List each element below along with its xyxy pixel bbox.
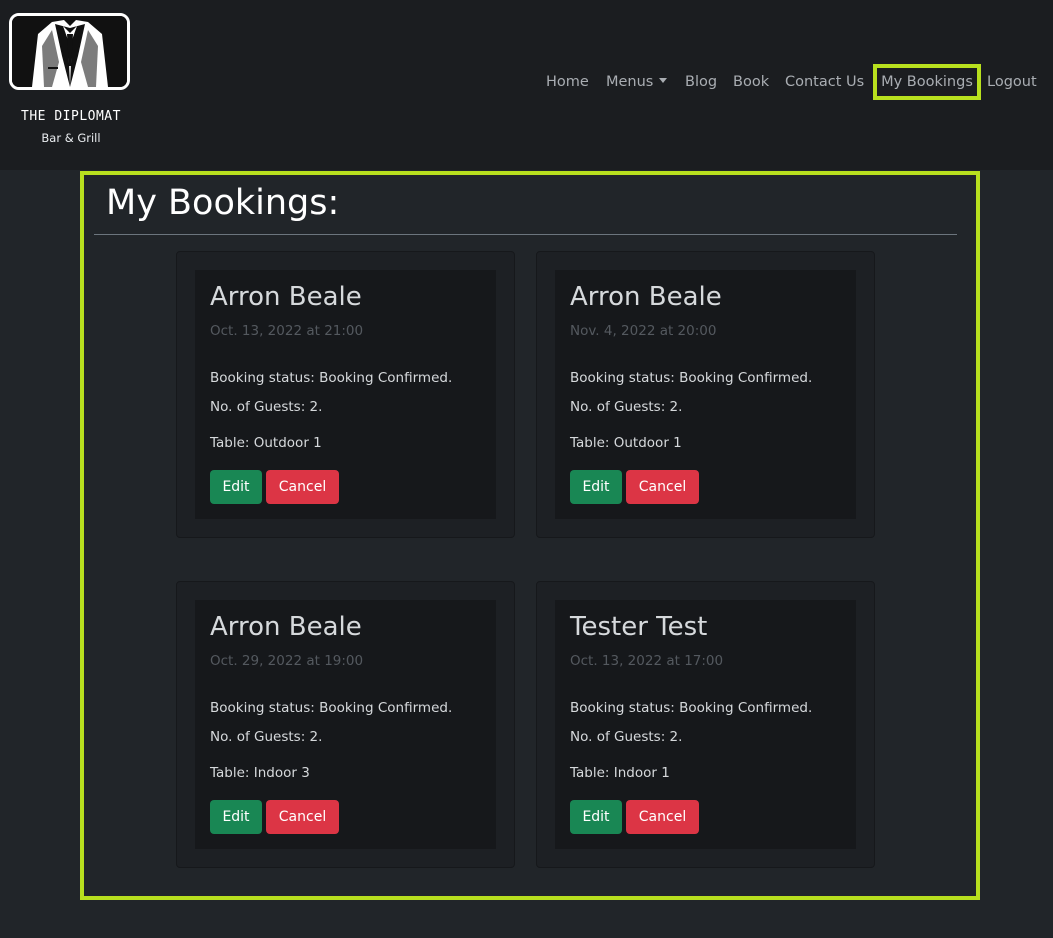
booking-guests: No. of Guests: 2.: [210, 399, 323, 415]
cancel-button[interactable]: Cancel: [266, 800, 339, 834]
booking-table: Table: Indoor 1: [570, 765, 670, 781]
booking-date: Oct. 29, 2022 at 19:00: [210, 653, 364, 669]
booking-status: Booking status: Booking Confirmed.: [210, 370, 453, 386]
booking-name: Arron Beale: [570, 282, 722, 312]
brand-logo[interactable]: THE DIPLOMAT Bar & Grill: [0, 0, 142, 170]
booking-date: Oct. 13, 2022 at 21:00: [210, 323, 364, 339]
brand-title: THE DIPLOMAT: [21, 109, 121, 124]
edit-button[interactable]: Edit: [570, 470, 622, 504]
booking-status: Booking status: Booking Confirmed.: [570, 700, 813, 716]
nav-menus-dropdown[interactable]: Menus: [606, 64, 668, 100]
booking-guests: No. of Guests: 2.: [570, 399, 683, 415]
booking-card: Arron Beale Oct. 29, 2022 at 19:00 Booki…: [176, 581, 515, 868]
booking-guests: No. of Guests: 2.: [570, 729, 683, 745]
cancel-button[interactable]: Cancel: [626, 800, 699, 834]
bookings-section: My Bookings: Arron Beale Oct. 13, 2022 a…: [80, 171, 980, 900]
edit-button[interactable]: Edit: [210, 470, 262, 504]
nav-menus-label: Menus: [606, 74, 654, 90]
page-title: My Bookings:: [106, 183, 340, 223]
navbar: THE DIPLOMAT Bar & Grill Home Menus Blog…: [0, 0, 1053, 170]
nav-logout[interactable]: Logout: [987, 64, 1037, 100]
booking-date: Nov. 4, 2022 at 20:00: [570, 323, 717, 339]
edit-button[interactable]: Edit: [570, 800, 622, 834]
booking-table: Table: Outdoor 1: [570, 435, 682, 451]
booking-card: Arron Beale Oct. 13, 2022 at 21:00 Booki…: [176, 251, 515, 538]
suit-logo-icon: [9, 13, 130, 90]
booking-card-body: Tester Test Oct. 13, 2022 at 17:00 Booki…: [555, 600, 856, 849]
caret-down-icon: [659, 78, 668, 83]
booking-card-body: Arron Beale Nov. 4, 2022 at 20:00 Bookin…: [555, 270, 856, 519]
nav-home[interactable]: Home: [546, 64, 589, 100]
booking-name: Tester Test: [570, 612, 708, 642]
brand-subtitle: Bar & Grill: [41, 131, 101, 145]
nav-book[interactable]: Book: [733, 64, 769, 100]
cancel-button[interactable]: Cancel: [266, 470, 339, 504]
cancel-button[interactable]: Cancel: [626, 470, 699, 504]
booking-card-body: Arron Beale Oct. 29, 2022 at 19:00 Booki…: [195, 600, 496, 849]
booking-status: Booking status: Booking Confirmed.: [210, 700, 453, 716]
booking-card: Arron Beale Nov. 4, 2022 at 20:00 Bookin…: [536, 251, 875, 538]
edit-button[interactable]: Edit: [210, 800, 262, 834]
booking-name: Arron Beale: [210, 612, 362, 642]
nav-contact-us[interactable]: Contact Us: [785, 64, 864, 100]
booking-name: Arron Beale: [210, 282, 362, 312]
booking-status: Booking status: Booking Confirmed.: [570, 370, 813, 386]
booking-table: Table: Outdoor 1: [210, 435, 322, 451]
booking-guests: No. of Guests: 2.: [210, 729, 323, 745]
booking-date: Oct. 13, 2022 at 17:00: [570, 653, 724, 669]
booking-card: Tester Test Oct. 13, 2022 at 17:00 Booki…: [536, 581, 875, 868]
booking-table: Table: Indoor 3: [210, 765, 310, 781]
title-divider: [94, 234, 957, 235]
nav-blog[interactable]: Blog: [685, 64, 717, 100]
booking-card-body: Arron Beale Oct. 13, 2022 at 21:00 Booki…: [195, 270, 496, 519]
nav-my-bookings[interactable]: My Bookings: [873, 64, 981, 100]
